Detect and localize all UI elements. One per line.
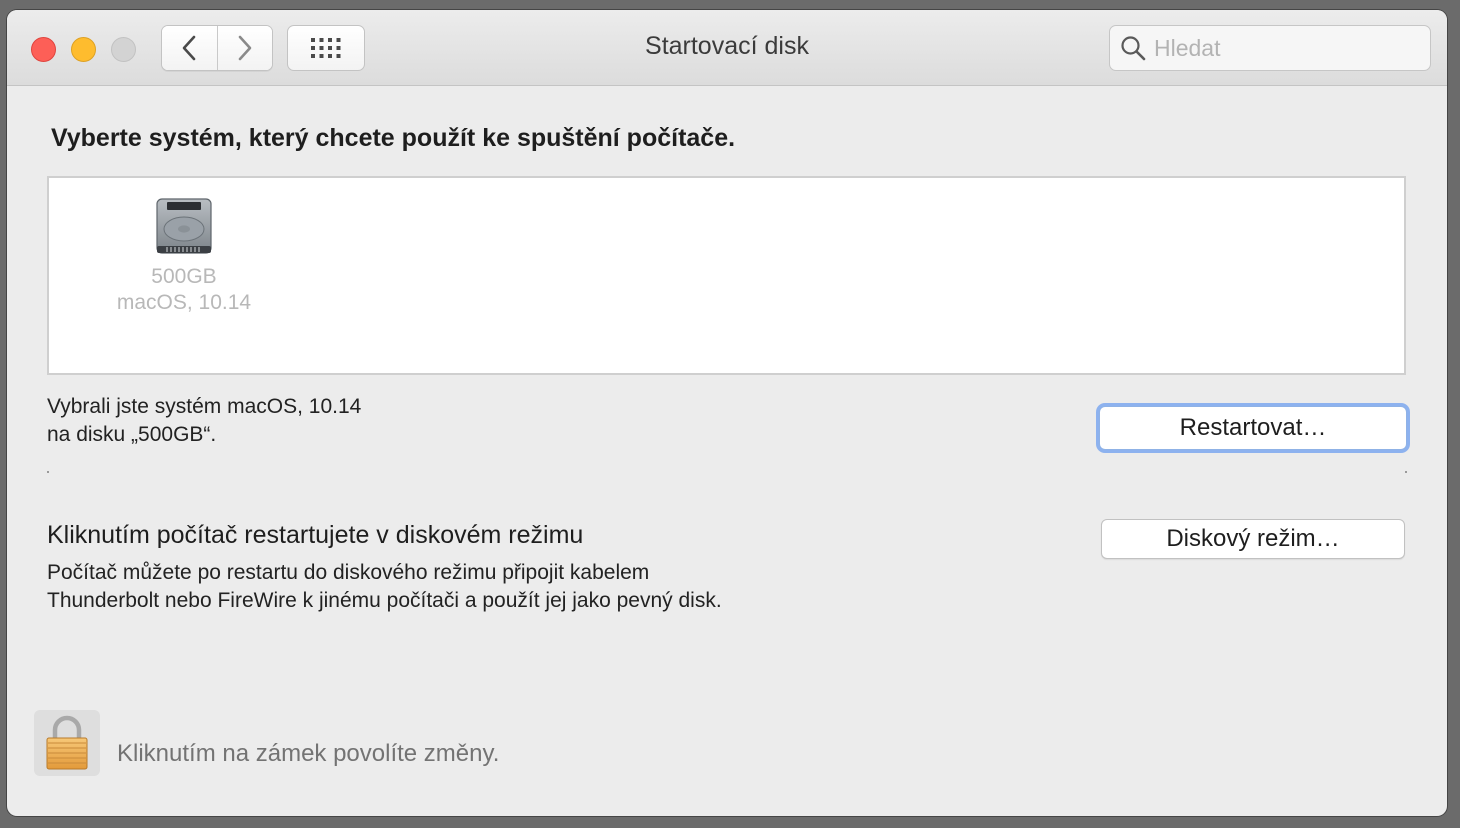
selection-line-1: Vybrali jste systém macOS, 10.14: [47, 395, 362, 418]
lock-hint-text: Kliknutím na zámek povolíte změny.: [117, 740, 500, 767]
disk-mode-desc-line-2: Thunderbolt nebo FireWire k jinému počít…: [47, 589, 722, 612]
startup-disk-list: 500GB macOS, 10.14: [47, 176, 1406, 375]
restart-button[interactable]: Restartovat…: [1099, 406, 1407, 450]
title-bar: Startovací disk: [7, 10, 1447, 86]
hard-disk-icon: [156, 198, 212, 254]
divider-dot-left: [47, 471, 49, 473]
disk-mode-button[interactable]: Diskový režim…: [1101, 519, 1405, 559]
disk-os-version: macOS, 10.14: [116, 291, 252, 314]
system-preferences-window: Startovací disk Vyberte systém, který ch…: [7, 10, 1447, 816]
search-input[interactable]: [1154, 34, 1414, 62]
disk-item[interactable]: 500GB macOS, 10.14: [89, 196, 279, 316]
disk-mode-desc-line-1: Počítač můžete po restartu do diskového …: [47, 561, 650, 584]
search-field[interactable]: [1109, 25, 1431, 71]
selection-description: Vybrali jste systém macOS, 10.14 na disk…: [47, 393, 361, 449]
disk-name: 500GB: [151, 265, 217, 288]
lock-button[interactable]: [34, 710, 100, 776]
disk-mode-title: Kliknutím počítač restartujete v diskové…: [47, 521, 584, 549]
disk-mode-description: Počítač můžete po restartu do diskového …: [47, 559, 722, 615]
search-icon: [1121, 36, 1146, 61]
page-heading: Vyberte systém, který chcete použít ke s…: [51, 124, 736, 152]
divider-dot-right: [1405, 471, 1407, 473]
lock-icon: [46, 715, 88, 770]
selection-line-2: na disku „500GB“.: [47, 423, 217, 446]
